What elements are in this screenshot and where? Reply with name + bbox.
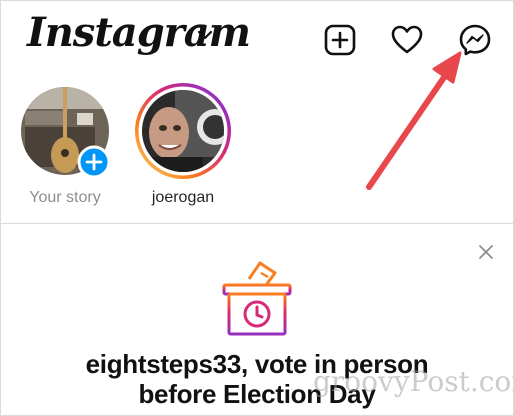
watermark: groovyPost.com [313, 365, 513, 398]
app-screen: Instagram Your story joerogan eightsteps… [0, 0, 514, 416]
annotation-arrow [366, 51, 462, 190]
